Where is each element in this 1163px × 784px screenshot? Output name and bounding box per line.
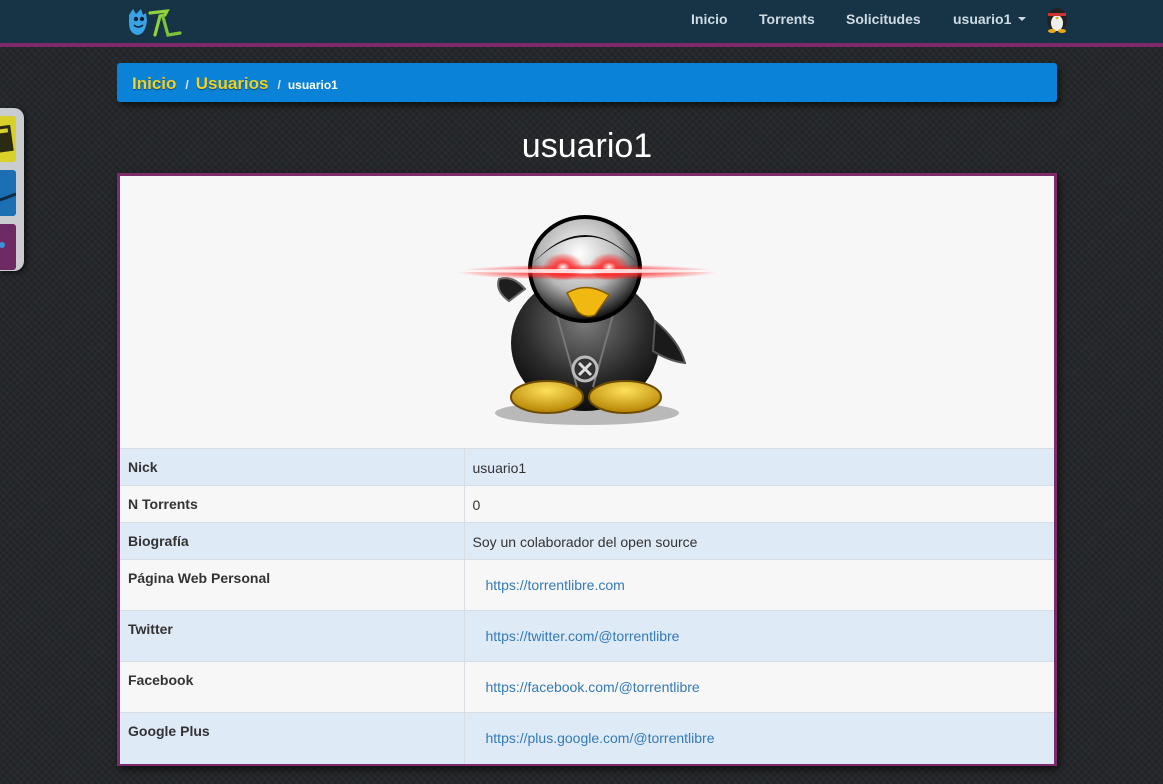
profile-avatar-area: [120, 176, 1054, 448]
table-row: N Torrents 0: [120, 485, 1054, 523]
row-value-biografia: Soy un colaborador del open source: [464, 522, 1054, 560]
breadcrumb-usuarios[interactable]: Usuarios: [196, 74, 269, 93]
side-settings-button[interactable]: [0, 224, 16, 270]
row-value-nick: usuario1: [464, 448, 1054, 486]
profile-panel: Nick usuario1 N Torrents 0 Biografía Soy…: [117, 173, 1057, 766]
breadcrumb-current: usuario1: [287, 78, 338, 92]
profile-avatar: [459, 215, 717, 425]
settings-icon: [0, 242, 5, 248]
row-value-google-plus: https://plus.google.com/@torrentlibre: [464, 712, 1054, 764]
breadcrumb-inicio[interactable]: Inicio: [132, 74, 176, 93]
row-label-nick: Nick: [120, 448, 465, 486]
row-value-web: https://torrentlibre.com: [464, 559, 1054, 611]
row-value-twitter: https://twitter.com/@torrentlibre: [464, 610, 1054, 662]
side-share-button[interactable]: [0, 170, 16, 216]
breadcrumb-separator: /: [185, 78, 189, 92]
row-value-n-torrents: 0: [464, 485, 1054, 523]
table-row: Twitter https://twitter.com/@torrentlibr…: [120, 610, 1054, 662]
row-label-twitter: Twitter: [120, 610, 465, 662]
table-row: Nick usuario1: [120, 448, 1054, 486]
table-row: Facebook https://facebook.com/@torrentli…: [120, 661, 1054, 713]
table-row: Página Web Personal https://torrentlibre…: [120, 559, 1054, 611]
twitter-link[interactable]: https://twitter.com/@torrentlibre: [486, 628, 680, 644]
profile-info-table: Nick usuario1 N Torrents 0 Biografía Soy…: [120, 448, 1054, 764]
document-icon: [0, 124, 14, 154]
row-label-biografia: Biografía: [120, 522, 465, 560]
user-avatar-icon[interactable]: [1044, 5, 1070, 33]
nav-torrents[interactable]: Torrents: [759, 11, 815, 27]
side-share-widget: [0, 108, 24, 271]
user-menu-dropdown[interactable]: usuario1: [953, 11, 1027, 27]
page-title: usuario1: [521, 127, 653, 165]
caret-down-icon: [1018, 17, 1027, 22]
user-menu-label: usuario1: [953, 11, 1012, 27]
website-link[interactable]: https://torrentlibre.com: [486, 577, 625, 593]
breadcrumb: Inicio / Usuarios / usuario1: [117, 63, 1057, 102]
row-label-n-torrents: N Torrents: [120, 485, 465, 523]
facebook-link[interactable]: https://facebook.com/@torrentlibre: [486, 679, 700, 695]
table-row: Google Plus https://plus.google.com/@tor…: [120, 712, 1054, 764]
brand-logo-icon[interactable]: [127, 5, 183, 39]
google-plus-link[interactable]: https://plus.google.com/@torrentlibre: [486, 730, 715, 746]
row-value-facebook: https://facebook.com/@torrentlibre: [464, 661, 1054, 713]
row-label-google-plus: Google Plus: [120, 712, 465, 764]
breadcrumb-separator: /: [277, 78, 281, 92]
nav-solicitudes[interactable]: Solicitudes: [846, 11, 921, 27]
share-icon: [0, 192, 16, 202]
nav-inicio[interactable]: Inicio: [691, 11, 728, 27]
side-document-button[interactable]: [0, 116, 16, 162]
top-navbar: Inicio Torrents Solicitudes usuario1: [0, 0, 1163, 47]
row-label-web: Página Web Personal: [120, 559, 465, 611]
table-row: Biografía Soy un colaborador del open so…: [120, 522, 1054, 560]
row-label-facebook: Facebook: [120, 661, 465, 713]
